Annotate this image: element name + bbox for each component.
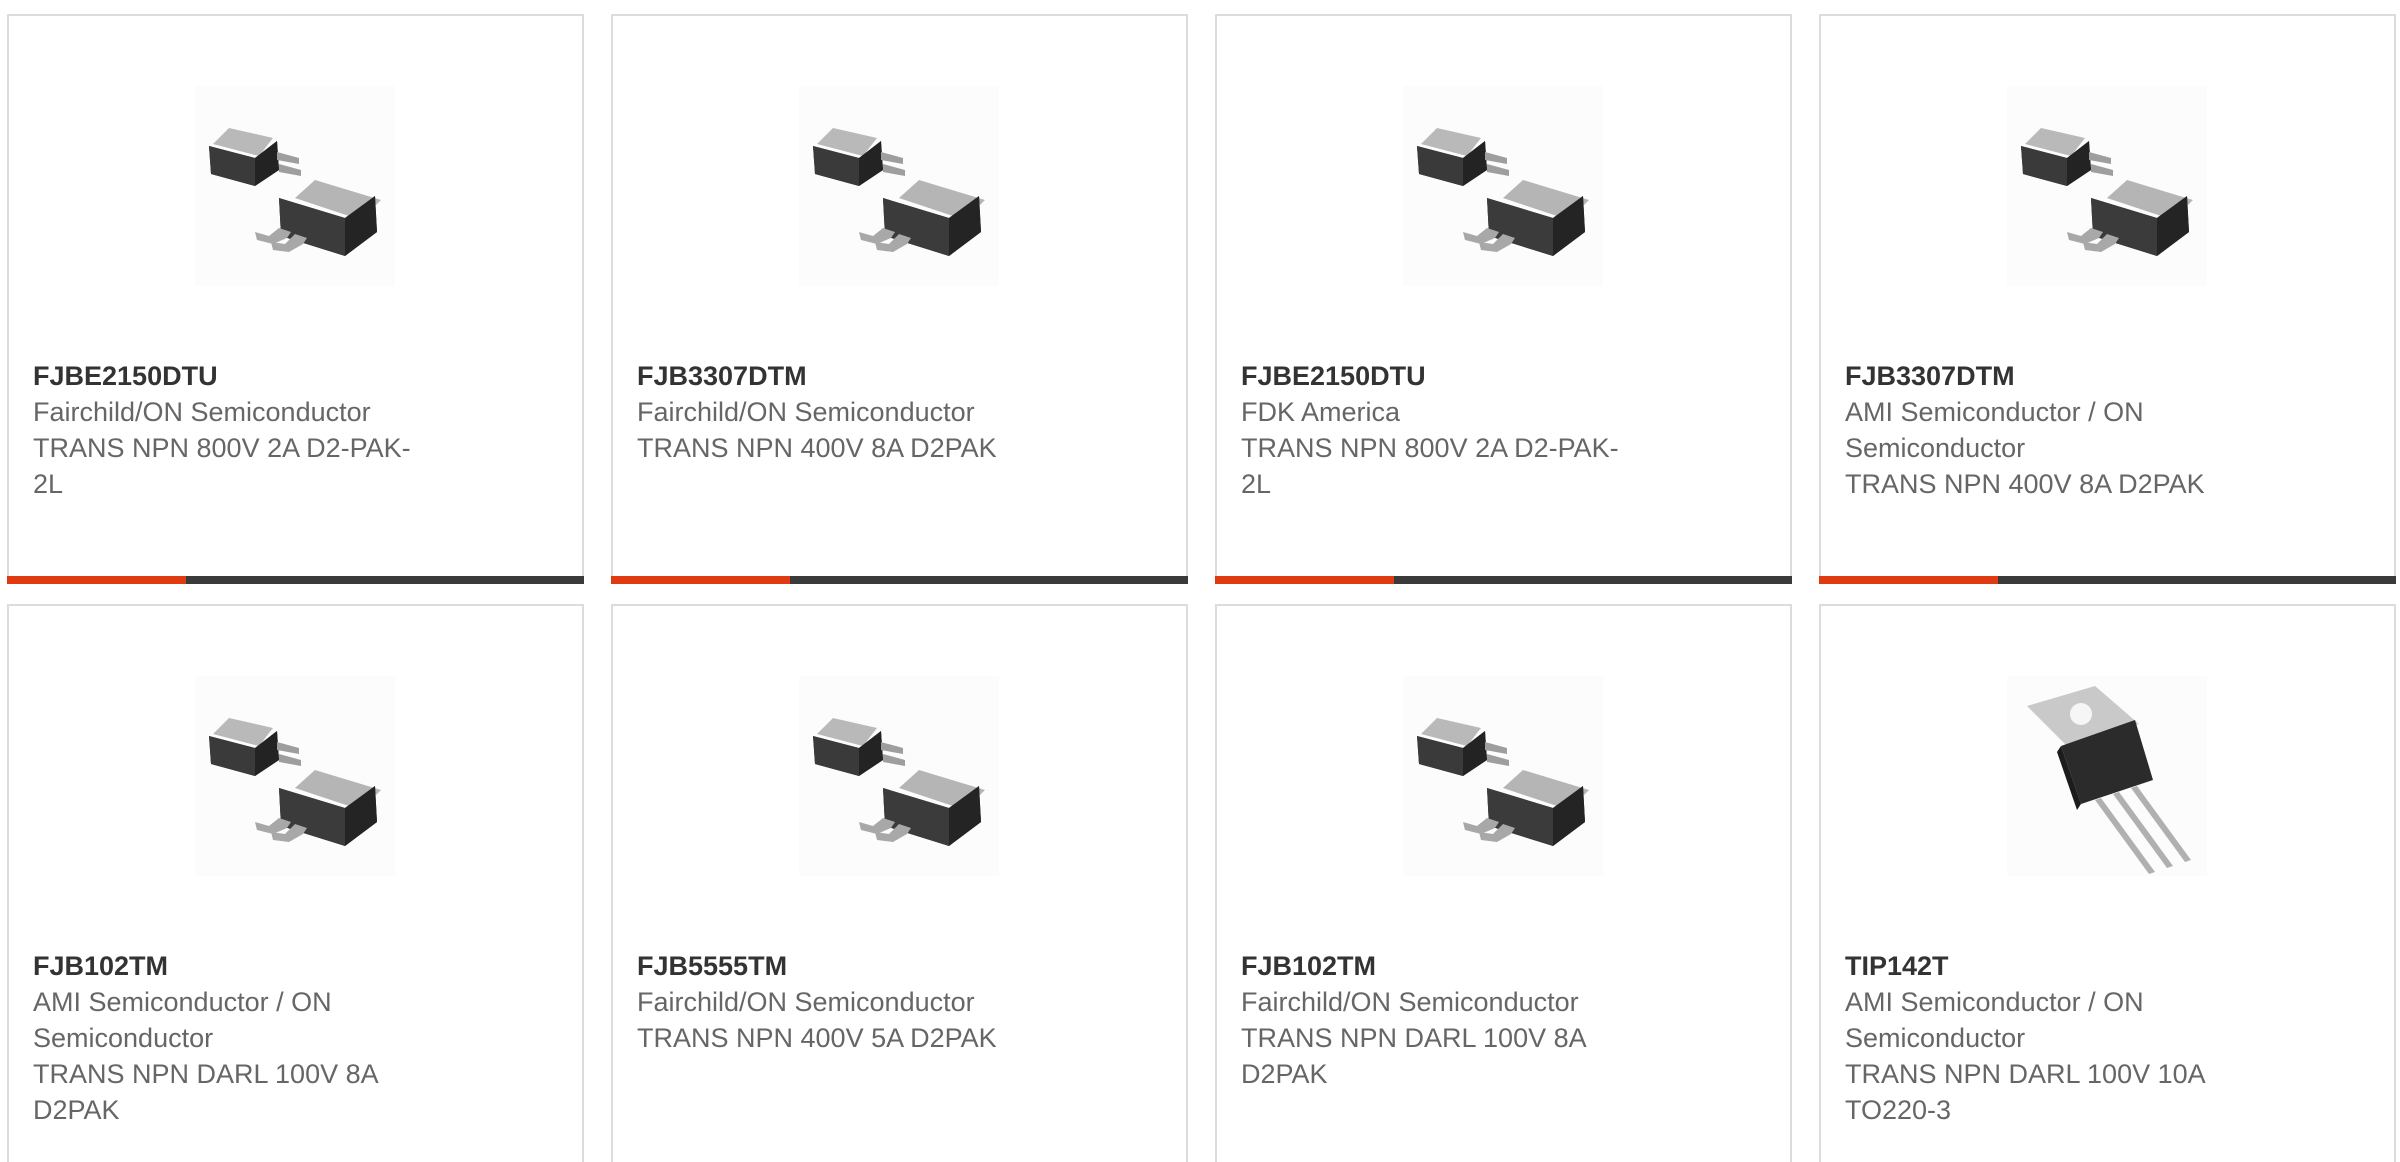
description: TRANS NPN 400V 8A D2PAK	[637, 433, 997, 463]
description: TRANS NPN 800V 2A D2-PAK-2L	[33, 433, 411, 499]
manufacturer: AMI Semiconductor / ON Semiconductor	[1845, 987, 2144, 1053]
product-card[interactable]: FJB3307DTM AMI Semiconductor / ON Semico…	[1819, 14, 2396, 584]
product-grid: FJBE2150DTU Fairchild/ON Semiconductor T…	[0, 0, 2400, 1162]
progress-fill	[7, 576, 186, 584]
description: TRANS NPN DARL 100V 8A D2PAK	[33, 1059, 378, 1125]
part-number[interactable]: FJB102TM	[1241, 948, 1661, 984]
part-number[interactable]: FJBE2150DTU	[1241, 358, 1661, 394]
product-card[interactable]: FJB5555TM Fairchild/ON Semiconductor TRA…	[611, 604, 1188, 1162]
product-card[interactable]: FJB102TM AMI Semiconductor / ON Semicond…	[7, 604, 584, 1162]
manufacturer: Fairchild/ON Semiconductor	[637, 397, 975, 427]
part-number[interactable]: FJB3307DTM	[637, 358, 1057, 394]
progress-fill	[1819, 576, 1998, 584]
manufacturer: Fairchild/ON Semiconductor	[637, 987, 975, 1017]
manufacturer: Fairchild/ON Semiconductor	[33, 397, 371, 427]
manufacturer: Fairchild/ON Semiconductor	[1241, 987, 1579, 1017]
progress-fill	[1215, 576, 1394, 584]
description: TRANS NPN DARL 100V 8A D2PAK	[1241, 1023, 1586, 1089]
d2pak-transistor-icon[interactable]	[2007, 86, 2207, 286]
progress-bar	[1215, 576, 1792, 584]
product-card[interactable]: FJBE2150DTU FDK America TRANS NPN 800V 2…	[1215, 14, 1792, 584]
progress-bar	[1819, 576, 2396, 584]
progress-fill	[611, 576, 790, 584]
manufacturer: AMI Semiconductor / ON Semiconductor	[33, 987, 332, 1053]
d2pak-transistor-icon[interactable]	[1403, 676, 1603, 876]
part-number[interactable]: FJB3307DTM	[1845, 358, 2265, 394]
d2pak-transistor-icon[interactable]	[1403, 86, 1603, 286]
d2pak-transistor-icon[interactable]	[195, 676, 395, 876]
product-card[interactable]: TIP142T AMI Semiconductor / ON Semicondu…	[1819, 604, 2396, 1162]
product-card[interactable]: FJBE2150DTU Fairchild/ON Semiconductor T…	[7, 14, 584, 584]
description: TRANS NPN 800V 2A D2-PAK-2L	[1241, 433, 1619, 499]
part-number[interactable]: FJB102TM	[33, 948, 453, 984]
d2pak-transistor-icon[interactable]	[195, 86, 395, 286]
manufacturer: FDK America	[1241, 397, 1401, 427]
description: TRANS NPN 400V 8A D2PAK	[1845, 469, 2205, 499]
description: TRANS NPN DARL 100V 10A TO220-3	[1845, 1059, 2205, 1125]
part-number[interactable]: FJBE2150DTU	[33, 358, 453, 394]
product-card[interactable]: FJB102TM Fairchild/ON Semiconductor TRAN…	[1215, 604, 1792, 1162]
to220-transistor-icon[interactable]	[2007, 676, 2207, 876]
manufacturer: AMI Semiconductor / ON Semiconductor	[1845, 397, 2144, 463]
progress-bar	[611, 576, 1188, 584]
description: TRANS NPN 400V 5A D2PAK	[637, 1023, 997, 1053]
part-number[interactable]: TIP142T	[1845, 948, 2265, 984]
progress-bar	[7, 576, 584, 584]
d2pak-transistor-icon[interactable]	[799, 676, 999, 876]
product-card[interactable]: FJB3307DTM Fairchild/ON Semiconductor TR…	[611, 14, 1188, 584]
part-number[interactable]: FJB5555TM	[637, 948, 1057, 984]
d2pak-transistor-icon[interactable]	[799, 86, 999, 286]
